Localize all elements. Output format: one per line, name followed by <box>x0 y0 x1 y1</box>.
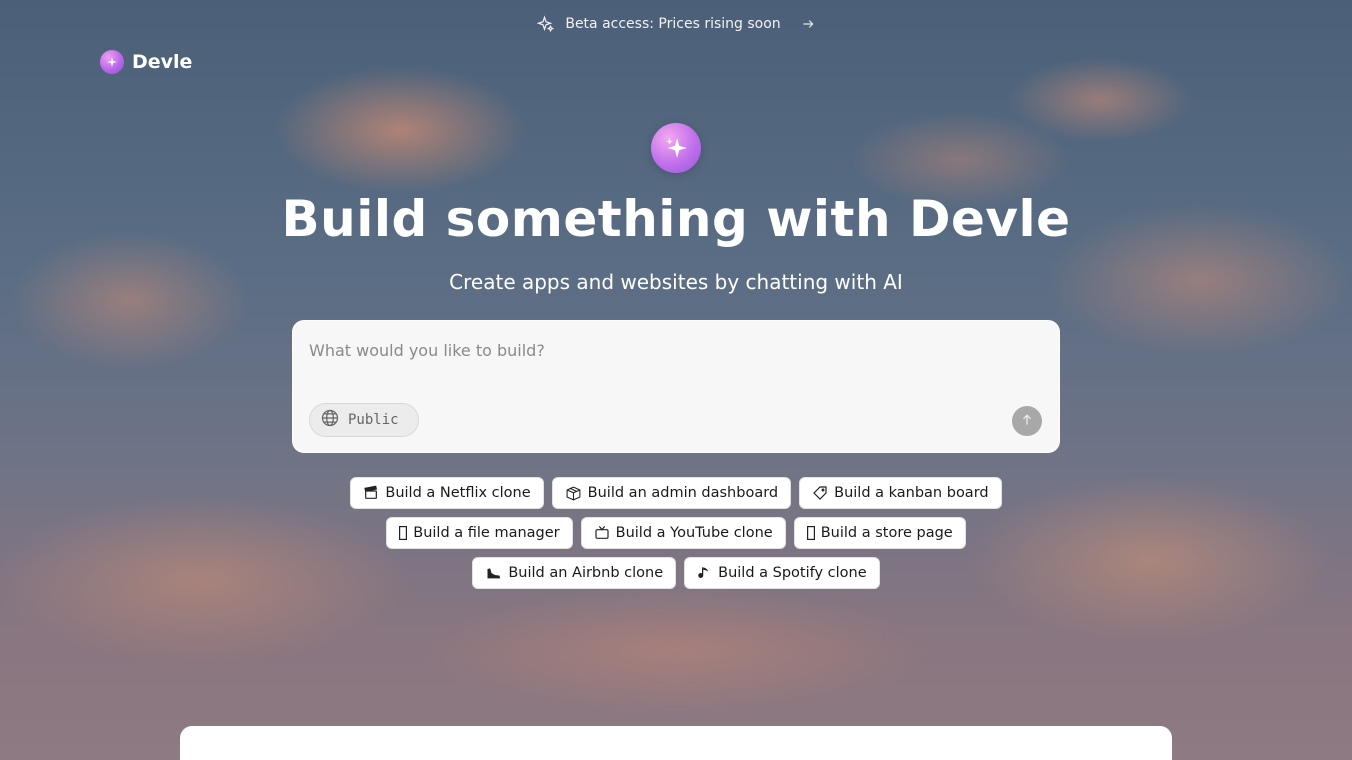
suggestion-spotify-clone[interactable]: Build a Spotify clone <box>684 557 880 589</box>
sparkle-logo-icon <box>100 50 124 74</box>
suggestion-label: Build an Airbnb clone <box>508 565 664 581</box>
suggestion-label: Build a store page <box>820 525 953 541</box>
brand-name: Devle <box>132 51 193 73</box>
visibility-label: Public <box>348 412 399 428</box>
prompt-input[interactable] <box>309 341 1009 360</box>
arrow-right-icon <box>801 17 815 31</box>
projects-panel <box>180 726 1172 760</box>
music-note-icon <box>697 565 712 581</box>
suggestion-label: Build an admin dashboard <box>587 485 779 501</box>
suggestion-store-page[interactable]: Build a store page <box>793 517 966 549</box>
tag-icon <box>812 485 828 501</box>
clapperboard-icon <box>363 485 379 501</box>
banner-text: Beta access: Prices rising soon <box>565 16 781 32</box>
suggestion-chips: Build a Netflix clone Build an admin das… <box>0 477 1352 597</box>
suggestion-row: Build an Airbnb clone Build a Spotify cl… <box>0 557 1352 589</box>
beta-banner[interactable]: Beta access: Prices rising soon <box>0 15 1352 33</box>
suggestion-label: Build a Netflix clone <box>385 485 531 501</box>
suggestion-youtube-clone[interactable]: Build a YouTube clone <box>580 517 786 549</box>
page-subtitle: Create apps and websites by chatting wit… <box>449 270 903 294</box>
folder-icon <box>399 526 408 540</box>
arrow-up-icon <box>1020 412 1034 431</box>
suggestion-row: Build a file manager Build a YouTube clo… <box>0 517 1352 549</box>
suggestion-label: Build a file manager <box>413 525 560 541</box>
suggestion-netflix-clone[interactable]: Build a Netflix clone <box>350 477 544 509</box>
suggestion-airbnb-clone[interactable]: Build an Airbnb clone <box>472 557 677 589</box>
globe-icon <box>320 408 340 432</box>
send-button[interactable] <box>1012 406 1042 436</box>
tv-icon <box>594 525 610 541</box>
sparkle-outline-icon <box>537 15 555 33</box>
suggestion-row: Build a Netflix clone Build an admin das… <box>0 477 1352 509</box>
package-icon <box>565 485 582 502</box>
suggestion-label: Build a YouTube clone <box>615 525 773 541</box>
page-title: Build something with Devle <box>281 190 1071 248</box>
visibility-toggle-button[interactable]: Public <box>309 403 419 437</box>
brand-home-link[interactable]: Devle <box>100 50 192 74</box>
suggestion-admin-dashboard[interactable]: Build an admin dashboard <box>551 477 792 509</box>
shopping-bag-icon <box>806 526 815 540</box>
suggestion-file-manager[interactable]: Build a file manager <box>386 517 573 549</box>
suggestion-kanban-board[interactable]: Build a kanban board <box>799 477 1002 509</box>
prompt-box: Public <box>292 320 1060 453</box>
sparkle-logo-icon <box>651 123 701 173</box>
suggestion-label: Build a kanban board <box>834 485 989 501</box>
shoe-icon <box>485 565 502 581</box>
suggestion-label: Build a Spotify clone <box>718 565 867 581</box>
